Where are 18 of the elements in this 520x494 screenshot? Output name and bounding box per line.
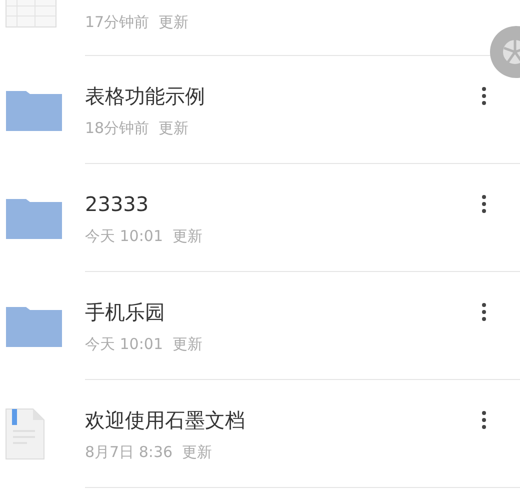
file-updated-time: 今天 10:01 更新	[85, 226, 204, 246]
file-updated-time: 17分钟前 更新	[85, 12, 190, 32]
file-name[interactable]: 23333	[85, 192, 481, 216]
folder-icon	[5, 304, 63, 348]
more-options-icon[interactable]	[481, 195, 487, 213]
file-name[interactable]: 手机乐园	[85, 300, 481, 324]
file-name[interactable]: 表格功能示例	[85, 84, 481, 108]
more-options-icon[interactable]	[481, 303, 487, 321]
folder-icon	[5, 196, 63, 240]
file-updated-time: 8月7日 8:36 更新	[85, 442, 214, 462]
folder-icon	[5, 88, 63, 132]
document-icon	[5, 408, 45, 460]
file-updated-time: 今天 10:01 更新	[85, 334, 204, 354]
spreadsheet-icon	[5, 0, 57, 28]
more-options-icon[interactable]	[481, 87, 487, 105]
more-options-icon[interactable]	[481, 411, 487, 429]
file-name[interactable]: 欢迎使用石墨文档	[85, 408, 481, 432]
file-updated-time: 18分钟前 更新	[85, 118, 190, 138]
